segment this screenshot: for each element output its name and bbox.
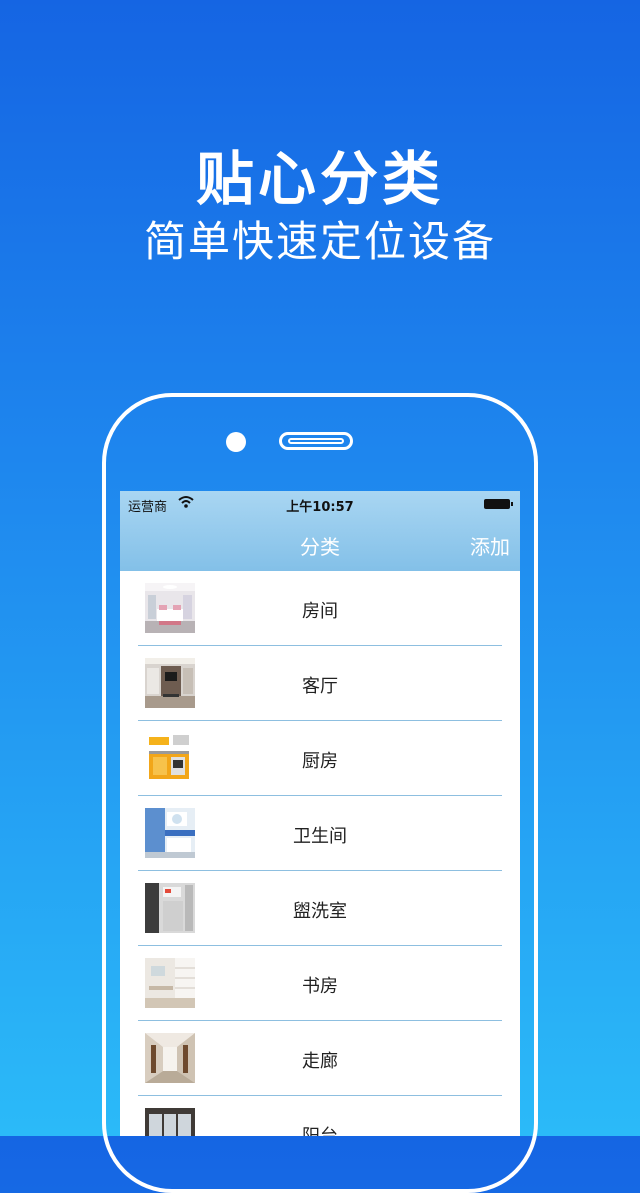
category-row-living-room[interactable]: 客厅	[120, 646, 520, 721]
category-list: 房间 客厅 厨房 卫生间 盥洗室 书房 走廊	[120, 571, 520, 1136]
category-label: 走廊	[302, 1051, 338, 1072]
page-title: 分类	[300, 535, 340, 559]
promo-subline: 简单快速定位设备	[143, 217, 496, 266]
navigation-bar: 运营商 上午10:57 分类 添加	[120, 491, 520, 571]
promo-headline: 贴心分类	[195, 145, 444, 213]
category-label: 盥洗室	[293, 901, 347, 922]
category-row-balcony[interactable]: 阳台	[120, 1096, 520, 1136]
category-row-corridor[interactable]: 走廊	[120, 1021, 520, 1096]
category-label: 书房	[302, 976, 338, 997]
status-time: 上午10:57	[286, 500, 354, 515]
category-row-bathroom[interactable]: 卫生间	[120, 796, 520, 871]
phone-screen: 运营商 上午10:57 分类 添加 房间 客厅 厨房 卫生间 盥洗室 书房 走廊	[120, 491, 520, 1136]
battery-icon	[484, 499, 513, 509]
category-label: 客厅	[302, 676, 338, 697]
category-label: 阳台	[120, 1122, 520, 1136]
category-label: 厨房	[302, 751, 338, 772]
category-row-washroom[interactable]: 盥洗室	[120, 871, 520, 946]
category-row-kitchen[interactable]: 厨房	[120, 721, 520, 796]
add-button[interactable]: 添加	[470, 531, 510, 560]
category-row-bedroom[interactable]: 房间	[120, 571, 520, 646]
status-bar: 运营商 上午10:57	[120, 491, 520, 517]
phone-camera-icon	[226, 432, 246, 452]
phone-speaker-icon	[279, 432, 353, 450]
category-label: 房间	[302, 601, 338, 622]
category-row-study[interactable]: 书房	[120, 946, 520, 1021]
category-label: 卫生间	[293, 826, 347, 847]
